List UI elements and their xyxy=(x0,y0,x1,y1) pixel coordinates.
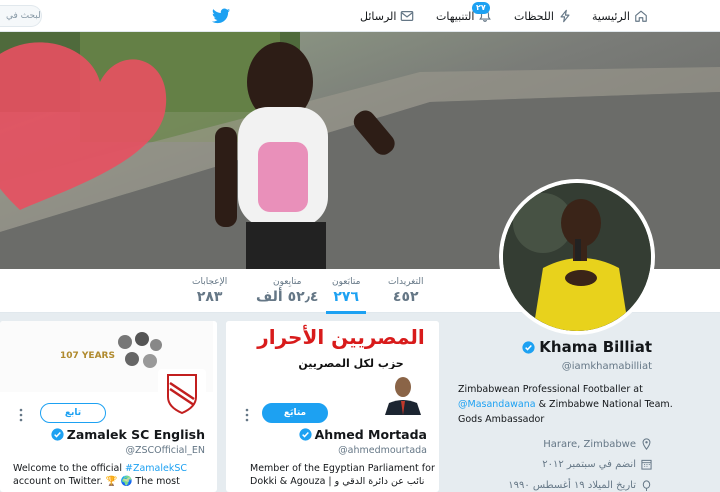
stat-followers[interactable]: متابِعون ٥٢٫٤ ألف xyxy=(256,277,318,305)
profile-location-text: Harare, Zimbabwe xyxy=(543,438,636,450)
stat-following[interactable]: متابَعون ٢٧٦ xyxy=(325,277,367,314)
zamalek-logo-icon xyxy=(160,371,204,415)
stat-tweets[interactable]: التغريدات ٤٥٢ xyxy=(388,277,423,305)
user-card-bio-hashtag-link[interactable]: #ZamalekSC xyxy=(125,463,187,474)
card-banner-years: 107 YEARS xyxy=(60,351,115,361)
user-card-bio: Welcome to the official #ZamalekSC accou… xyxy=(13,462,208,488)
stat-followers-label: متابِعون xyxy=(273,277,302,287)
nav-moments[interactable]: اللحظات xyxy=(514,0,572,32)
user-card-name[interactable]: Zamalek SC English xyxy=(67,427,205,442)
user-card-bio-text-start: Welcome to the official xyxy=(13,463,125,474)
stat-following-value: ٢٧٦ xyxy=(333,289,360,305)
profile-avatar[interactable] xyxy=(499,179,655,335)
card-more-options-icon[interactable] xyxy=(244,407,250,422)
avatar-photo xyxy=(503,183,651,331)
stat-likes-label: الإعجابات xyxy=(192,277,228,287)
user-card-avatar[interactable] xyxy=(158,369,206,417)
user-card-handle: @ZSCOfficial_EN xyxy=(125,445,205,456)
home-icon xyxy=(635,10,647,22)
more-dots-icon xyxy=(245,408,249,422)
nav-moments-label: اللحظات xyxy=(514,9,554,23)
nav-home[interactable]: الرئيسية xyxy=(592,0,648,32)
notifications-count-badge: ٢٧ xyxy=(472,2,490,14)
profile-location: Harare, Zimbabwe xyxy=(543,438,652,450)
profile-name[interactable]: Khama Billiat xyxy=(539,338,652,356)
stat-tweets-label: التغريدات xyxy=(388,277,424,287)
profile-handle: @iamkhamabilliat xyxy=(561,361,652,372)
profile-joined: انضم في سبتمبر ٢٠١٢ xyxy=(542,459,652,470)
top-navigation-bar: البحث في الرسائل التنبيهات ٢٧ اللحظات ال… xyxy=(0,0,720,32)
nav-messages-label: الرسائل xyxy=(360,9,397,23)
user-card-ahmed-mortada[interactable]: المصريين الأحرار حزب لكل المصريين متابَع… xyxy=(226,321,439,492)
stat-followers-value: ٥٢٫٤ ألف xyxy=(256,289,319,305)
user-card-bio-text-end: account on Twitter. 🏆 🌍 The most xyxy=(13,476,180,487)
verified-badge-icon xyxy=(51,428,64,441)
profile-bio-text-start: Zimbabwean Professional Footballer at xyxy=(458,384,643,395)
stat-likes-value: ٢٨٣ xyxy=(196,289,223,305)
search-input[interactable]: البحث في xyxy=(0,5,42,27)
profile-bio-mention-link[interactable]: @Masandawana xyxy=(458,399,536,410)
user-card-name[interactable]: Ahmed Mortada xyxy=(315,427,427,442)
follow-button[interactable]: تابع xyxy=(40,403,106,423)
verified-badge-icon xyxy=(299,428,312,441)
profile-birthday: تاريخ الميلاد ١٩ أغسطس ١٩٩٠ xyxy=(508,480,652,491)
card-avatar-photo xyxy=(381,371,425,415)
user-card-name-row: Zamalek SC English xyxy=(51,427,205,442)
nav-messages[interactable]: الرسائل xyxy=(360,0,414,32)
nav-home-label: الرئيسية xyxy=(592,9,630,23)
card-more-options-icon[interactable] xyxy=(18,407,24,422)
stat-tweets-value: ٤٥٢ xyxy=(392,289,419,305)
stat-likes[interactable]: الإعجابات ٢٨٣ xyxy=(192,277,227,305)
calendar-icon xyxy=(641,459,652,470)
more-dots-icon xyxy=(19,408,23,422)
user-card-zamalek[interactable]: 107 YEARS تابع Zamalek SC English @ZSCOf… xyxy=(0,321,217,492)
profile-joined-text: انضم في سبتمبر ٢٠١٢ xyxy=(542,459,636,470)
profile-bio: Zimbabwean Professional Footballer at @M… xyxy=(458,382,673,427)
user-card-name-row: Ahmed Mortada xyxy=(299,427,427,442)
nav-notifications-label: التنبيهات xyxy=(436,9,475,23)
balloon-icon xyxy=(642,480,651,491)
user-card-handle: @ahmedmourtada xyxy=(338,445,427,456)
card-banner-title: المصريين الأحرار xyxy=(257,325,425,349)
user-card-bio: Member of the Egyptian Parliament for Do… xyxy=(250,463,435,487)
lightning-icon xyxy=(560,9,570,23)
envelope-icon xyxy=(401,11,414,21)
stat-following-label: متابَعون xyxy=(332,277,361,287)
profile-name-row: Khama Billiat xyxy=(522,338,652,356)
twitter-bird-icon[interactable] xyxy=(212,8,230,24)
location-pin-icon xyxy=(642,438,651,450)
following-button[interactable]: متابَع xyxy=(262,403,328,423)
user-card-avatar[interactable] xyxy=(379,369,427,417)
verified-badge-icon xyxy=(522,340,535,354)
profile-birthday-text: تاريخ الميلاد ١٩ أغسطس ١٩٩٠ xyxy=(508,480,636,491)
